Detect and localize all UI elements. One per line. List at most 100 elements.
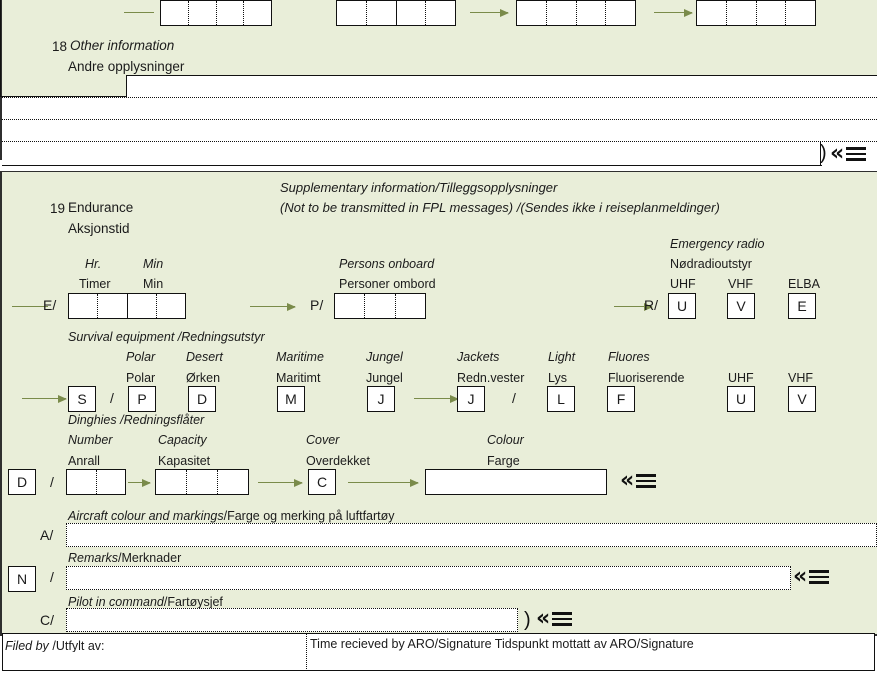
dinghies-slash: / <box>50 474 54 490</box>
aro-signature-field[interactable] <box>310 652 872 670</box>
survival-uhf-label: UHF <box>728 371 754 385</box>
dinghies-colour-label-en: Colour <box>487 433 524 447</box>
dinghies-capacity-label-en: Capacity <box>158 433 207 447</box>
item19-number: 19 <box>50 201 66 216</box>
remarks-field[interactable] <box>66 566 791 590</box>
survival-maritime-label-en: Maritime <box>276 350 324 364</box>
pilot-heading-en: Pilot in command <box>68 595 164 609</box>
survival-jackets-box[interactable]: J <box>457 386 485 412</box>
survival-uhf-box[interactable]: U <box>727 386 755 412</box>
survival-polar-label-no: Polar <box>126 371 156 385</box>
item18-end-marker: « <box>830 143 867 165</box>
survival-maritime-box[interactable]: M <box>277 386 305 412</box>
pilot-field[interactable] <box>66 608 518 632</box>
aircraft-colour-field[interactable] <box>66 523 877 547</box>
arrow-to-persons <box>250 302 296 311</box>
survival-s-box[interactable]: S <box>68 386 96 412</box>
item18-textarea[interactable] <box>0 97 877 160</box>
survival-fluores-box[interactable]: F <box>607 386 635 412</box>
survival-jungle-box[interactable]: J <box>367 386 395 412</box>
dinghies-cover-box[interactable]: C <box>308 469 336 495</box>
endurance-field[interactable] <box>68 293 186 319</box>
item19-title-en: Endurance <box>68 200 134 215</box>
survival-fluores-label-en: Fluores <box>608 350 650 364</box>
dinghies-heading: Dinghies /Redningsflåter <box>68 413 205 427</box>
remarks-end-marker: « <box>793 564 830 589</box>
endurance-min-label-no: Min <box>143 277 164 291</box>
survival-fluores-label-no: Fluoriserende <box>608 371 685 385</box>
survival-light-label-en: Light <box>548 350 576 364</box>
survival-desert-box[interactable]: D <box>188 386 216 412</box>
survival-jungle-label-no: Jungel <box>366 371 403 385</box>
remarks-n-box[interactable]: N <box>8 566 36 592</box>
pilot-heading-no: /Fartøysjef <box>163 595 223 609</box>
arrow-to-cover <box>258 478 303 487</box>
arrow-to-second-alternate <box>654 8 693 17</box>
survival-jackets-label-en: Jackets <box>457 350 500 364</box>
dinghies-cover-label-en: Cover <box>306 433 340 447</box>
hamburger-lines-icon <box>636 471 657 492</box>
survival-jackets-label-no: Redn.vester <box>457 371 525 385</box>
filed-by-field[interactable] <box>5 652 303 670</box>
persons-onboard-field[interactable] <box>334 293 426 319</box>
dinghies-number-field[interactable] <box>66 469 126 495</box>
item18-title-en: Other information <box>70 38 175 53</box>
remarks-heading: Remarks/Merknader <box>68 550 181 565</box>
aro-signature-label: Time recieved by ARO/Signature Tidspunkt… <box>310 637 694 651</box>
survival-vhf-box[interactable]: V <box>788 386 816 412</box>
survival-light-box[interactable]: L <box>547 386 575 412</box>
survival-vhf-label: VHF <box>788 371 813 385</box>
endurance-min-label-en: Min <box>143 257 164 271</box>
arrow-to-destination <box>124 12 154 13</box>
dinghies-colour-field[interactable] <box>425 469 607 495</box>
flight-plan-form: Destinasjonsplass Timer Min Alternative … <box>0 0 877 673</box>
dinghies-capacity-field[interactable] <box>155 469 249 495</box>
emergency-radio-label-en: Emergency radio <box>670 237 765 251</box>
second-alternate-aerodrome-field[interactable] <box>696 0 816 26</box>
remarks-slash: / <box>50 569 54 585</box>
persons-onboard-label-no: Personer ombord <box>339 277 436 291</box>
endurance-hours-label-no: Timer <box>79 277 111 291</box>
persons-code: P/ <box>310 297 324 313</box>
alternate-aerodrome-field[interactable] <box>516 0 636 26</box>
remarks-heading-en: Remarks <box>68 551 119 565</box>
survival-polar-box[interactable]: P <box>128 386 156 412</box>
survival-polar-label-en: Polar <box>126 350 156 364</box>
emergency-radio-label-no: Nødradioutstyr <box>670 257 752 271</box>
remarks-heading-no: /Merknader <box>118 551 182 565</box>
supplementary-line-2: (Not to be transmitted in FPL messages) … <box>280 200 720 215</box>
dinghies-capacity-label-no: Kapasitet <box>158 454 211 468</box>
filed-by-label: Filed by /Utfylt av: <box>5 638 105 653</box>
endurance-hours-label-en: Hr. <box>85 257 102 271</box>
dinghies-cover-label-no: Overdekket <box>306 454 370 468</box>
aircraft-colour-heading: Aircraft colour and markings/Farge og me… <box>68 508 395 523</box>
pilot-heading: Pilot in command/Fartøysjef <box>68 594 223 609</box>
radio-vhf-box[interactable]: V <box>727 293 755 319</box>
eet-field[interactable] <box>336 0 456 26</box>
radio-uhf-box[interactable]: U <box>668 293 696 319</box>
pilot-end-marker: « <box>536 608 573 630</box>
arrow-to-survival <box>22 394 67 403</box>
item18-textarea-line1[interactable] <box>126 75 877 97</box>
arrow-to-capacity <box>128 478 151 487</box>
pilot-code: C/ <box>40 612 54 628</box>
survival-equipment-heading: Survival equipment /Redningsutstyr <box>68 330 265 344</box>
pilot-close-paren: ) <box>524 609 531 631</box>
radio-code: R/ <box>644 297 658 313</box>
item19-title-no: Aksjonstid <box>68 221 130 236</box>
dinghies-number-label-en: Number <box>68 433 113 447</box>
radio-vhf-label: VHF <box>728 277 753 291</box>
destination-field[interactable] <box>160 0 272 26</box>
survival-slash-1: / <box>110 390 114 406</box>
item18-title-no: Andre opplysninger <box>68 59 185 74</box>
item18-number: 18 <box>52 39 68 54</box>
dinghies-colour-label-no: Farge <box>487 454 520 468</box>
supplementary-line-1: Supplementary information/Tilleggsopplys… <box>280 180 558 195</box>
survival-slash-2: / <box>512 390 516 406</box>
hamburger-lines-icon <box>809 567 830 588</box>
hamburger-lines-icon <box>552 609 573 630</box>
arrow-to-alternate <box>470 8 509 17</box>
radio-elba-box[interactable]: E <box>788 293 816 319</box>
dinghies-d-box[interactable]: D <box>8 469 36 495</box>
double-chevron-left-icon: « <box>793 564 808 589</box>
